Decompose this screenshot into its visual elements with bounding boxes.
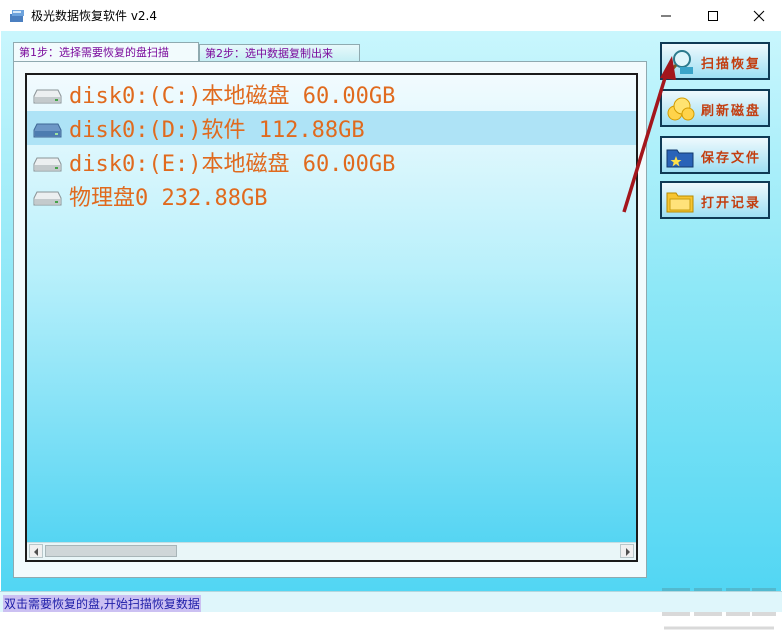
scan-recover-label: 扫描恢复 <box>701 57 762 72</box>
disk-label: 物理盘0 232.88GB <box>69 186 268 211</box>
magnifier-icon <box>667 50 693 74</box>
disk-row-e[interactable]: disk0:(E:)本地磁盘 60.00GB <box>27 145 636 179</box>
horizontal-scrollbar[interactable] <box>27 542 636 560</box>
status-bar: 双击需要恢复的盘,开始扫描恢复数据 <box>0 591 782 612</box>
disk-row-physical[interactable]: 物理盘0 232.88GB <box>27 179 636 213</box>
refresh-disk-label: 刷新磁盘 <box>701 104 762 119</box>
open-log-label: 打开记录 <box>701 196 762 211</box>
save-file-button[interactable]: 保存文件 <box>660 136 770 174</box>
tab-step2[interactable]: 第2步：选中数据复制出来 <box>199 44 360 62</box>
drive-icon <box>33 123 62 138</box>
scan-recover-button[interactable]: 扫描恢复 <box>660 42 770 80</box>
title-bar: 极光数据恢复软件 v2.4 <box>0 0 782 31</box>
save-icon <box>666 149 694 168</box>
refresh-disk-button[interactable]: 刷新磁盘 <box>660 89 770 127</box>
maximize-button[interactable] <box>690 0 736 31</box>
drive-icon <box>33 191 62 206</box>
client-area: 第1步：选择需要恢复的盘扫描 第2步：选中数据复制出来 disk0:(C:)本地… <box>1 31 781 630</box>
refresh-icon <box>667 97 695 121</box>
window-title: 极光数据恢复软件 v2.4 <box>31 9 158 23</box>
folder-icon <box>666 192 694 213</box>
disk-list[interactable]: disk0:(C:)本地磁盘 60.00GB disk0:(D:)软件 112.… <box>25 73 638 562</box>
scroll-thumb[interactable] <box>45 545 177 557</box>
disk-row-c[interactable]: disk0:(C:)本地磁盘 60.00GB <box>27 77 636 111</box>
drive-icon <box>33 157 62 172</box>
disk-row-d[interactable]: disk0:(D:)软件 112.88GB <box>27 111 636 145</box>
disk-label: disk0:(C:)本地磁盘 60.00GB <box>69 84 396 109</box>
app-disk-icon <box>10 10 24 22</box>
open-log-button[interactable]: 打开记录 <box>660 181 770 219</box>
disk-label: disk0:(D:)软件 112.88GB <box>69 118 365 143</box>
close-icon <box>753 10 765 21</box>
disk-label: disk0:(E:)本地磁盘 60.00GB <box>69 152 396 177</box>
scroll-right-button[interactable] <box>620 544 634 558</box>
minimize-button[interactable] <box>643 0 689 31</box>
scroll-left-button[interactable] <box>29 544 43 558</box>
tab-step1[interactable]: 第1步：选择需要恢复的盘扫描 <box>13 42 199 62</box>
maximize-icon <box>708 10 718 21</box>
status-text: 双击需要恢复的盘,开始扫描恢复数据 <box>3 595 201 612</box>
chevron-right-icon <box>626 548 630 556</box>
minimize-icon <box>661 15 671 16</box>
drive-icon <box>33 89 62 104</box>
save-file-label: 保存文件 <box>701 151 762 166</box>
chevron-left-icon <box>34 548 38 556</box>
close-button[interactable] <box>736 0 782 31</box>
